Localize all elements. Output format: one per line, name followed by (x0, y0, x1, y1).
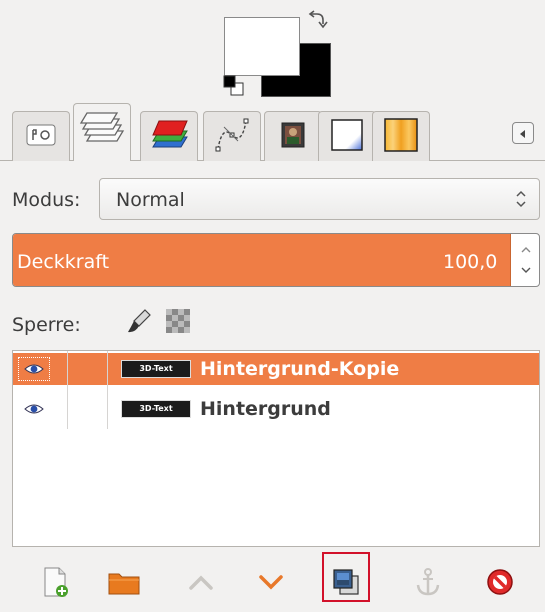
eye-icon (24, 400, 44, 419)
raise-layer-icon (187, 572, 215, 596)
anchor-layer-icon (415, 567, 441, 601)
tab-layers[interactable] (73, 103, 131, 161)
layers-list[interactable]: 3D-Text Hintergrund-Kopie 3D-Text Hinter… (12, 350, 540, 547)
layer-visibility-toggle[interactable] (19, 398, 49, 420)
new-layer-button[interactable] (38, 566, 74, 602)
reset-colors-icon[interactable] (223, 75, 245, 97)
lock-pixels-brush-icon[interactable] (125, 307, 153, 335)
opacity-value: 100,0 (443, 251, 498, 273)
tab-images[interactable] (264, 111, 322, 161)
delete-layer-icon (485, 567, 515, 601)
new-layer-group-icon (107, 568, 141, 600)
duplicate-button-highlight (322, 552, 370, 602)
tab-channels[interactable] (140, 111, 198, 161)
layer-row-hintergrund[interactable]: 3D-Text Hintergrund (13, 393, 539, 425)
tab-paths[interactable] (203, 111, 261, 161)
mode-value: Normal (116, 189, 185, 211)
lock-alpha-checker-icon[interactable] (166, 309, 190, 333)
layer-thumbnail: 3D-Text (121, 360, 191, 378)
triangle-left-icon (518, 124, 528, 143)
spin-arrows-icon[interactable] (518, 242, 534, 282)
channels-icon (147, 115, 191, 159)
orange-gradient-icon (383, 117, 419, 157)
mode-select[interactable]: Normal (99, 178, 540, 220)
tab-tool-options[interactable] (12, 111, 70, 161)
layer-row-hintergrund-kopie[interactable]: 3D-Text Hintergrund-Kopie (13, 353, 539, 385)
opacity-label: Deckkraft (17, 251, 110, 273)
layer-name[interactable]: Hintergrund-Kopie (200, 356, 399, 382)
opacity-spinscale[interactable]: Deckkraft 100,0 (12, 233, 540, 287)
column-divider (107, 351, 108, 429)
tab-brushes[interactable] (318, 111, 376, 161)
tool-options-icon (26, 124, 56, 150)
foreground-color-swatch[interactable] (224, 17, 300, 76)
lower-layer-icon (257, 572, 285, 596)
tab-gradients[interactable] (372, 111, 430, 161)
anchor-layer-button[interactable] (410, 566, 446, 602)
column-divider (67, 351, 68, 429)
new-layer-group-button[interactable] (106, 566, 142, 602)
delete-layer-button[interactable] (482, 566, 518, 602)
new-layer-icon (41, 566, 71, 602)
paths-icon (212, 115, 252, 159)
white-gradient-icon (330, 118, 364, 156)
image-thumbnail-icon (279, 121, 307, 153)
lower-layer-button[interactable] (253, 566, 289, 602)
layer-name[interactable]: Hintergrund (200, 396, 331, 422)
layers-icon (77, 109, 127, 157)
lock-label: Sperre: (12, 314, 81, 336)
layer-visibility-toggle[interactable] (18, 357, 50, 381)
tab-menu-button[interactable] (512, 122, 534, 144)
swap-colors-icon[interactable] (305, 10, 329, 34)
eye-icon (24, 360, 44, 379)
mode-label: Modus: (12, 189, 81, 211)
raise-layer-button[interactable] (183, 566, 219, 602)
layer-thumbnail: 3D-Text (121, 400, 191, 418)
combo-arrows-icon (515, 188, 527, 212)
